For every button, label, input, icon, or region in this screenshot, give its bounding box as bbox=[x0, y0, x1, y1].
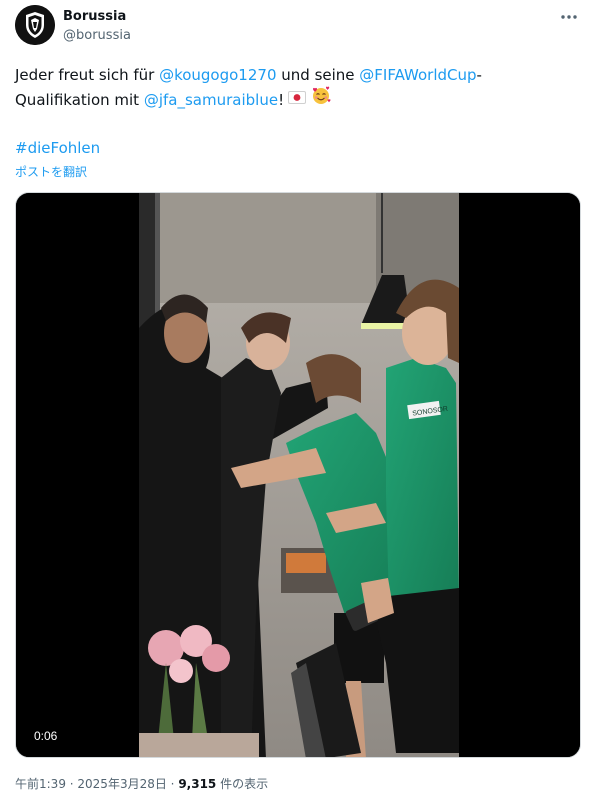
smiling-face-with-hearts-icon bbox=[310, 85, 332, 112]
video-frame: SONOSOR bbox=[16, 193, 580, 757]
tweet: Borussia @borussia Jeder freut sich für … bbox=[0, 0, 598, 802]
avatar[interactable] bbox=[15, 5, 55, 45]
tweet-line-1: Jeder freut sich für @kougogo1270 und se… bbox=[15, 63, 575, 87]
tweet-header: Borussia @borussia bbox=[15, 5, 583, 47]
tweet-line-3: #dieFohlen bbox=[15, 136, 575, 160]
borussia-crest-icon bbox=[15, 5, 55, 45]
text-span: Jeder freut sich für bbox=[15, 66, 160, 84]
text-span: - bbox=[476, 66, 482, 84]
display-name[interactable]: Borussia bbox=[63, 9, 131, 25]
video-duration: 0:06 bbox=[34, 729, 58, 743]
tweet-text: Jeder freut sich für @kougogo1270 und se… bbox=[15, 63, 575, 160]
video-player[interactable]: SONOSOR 0:06 bbox=[15, 192, 581, 758]
tweet-meta: 午前1:39 · 2025年3月28日 · 9,315 件の表示 bbox=[15, 776, 268, 792]
text-span: ! bbox=[278, 91, 285, 109]
tweet-line-2: Qualifikation mit @jfa_samuraiblue! bbox=[15, 85, 575, 112]
meta-separator: · bbox=[166, 777, 179, 791]
meta-separator: · bbox=[65, 777, 78, 791]
author-block: Borussia @borussia bbox=[63, 9, 131, 44]
text-span: und seine bbox=[276, 66, 360, 84]
mention-fifaworldcup[interactable]: @FIFAWorldCup bbox=[359, 66, 476, 84]
hashtag-diefohlen[interactable]: #dieFohlen bbox=[15, 139, 100, 157]
more-options-icon[interactable] bbox=[557, 7, 581, 27]
mention-jfa-samuraiblue[interactable]: @jfa_samuraiblue bbox=[144, 91, 278, 109]
post-date[interactable]: 2025年3月28日 bbox=[77, 777, 166, 791]
mention-kougogo1270[interactable]: @kougogo1270 bbox=[159, 66, 276, 84]
japan-flag-icon bbox=[288, 87, 307, 111]
post-time[interactable]: 午前1:39 bbox=[15, 777, 66, 791]
view-label: 件の表示 bbox=[216, 777, 269, 791]
view-count: 9,315 bbox=[178, 777, 217, 791]
text-span: Qualifikation mit bbox=[15, 91, 144, 109]
author-handle[interactable]: @borussia bbox=[63, 28, 131, 44]
translate-post-link[interactable]: ポストを翻訳 bbox=[15, 164, 87, 180]
